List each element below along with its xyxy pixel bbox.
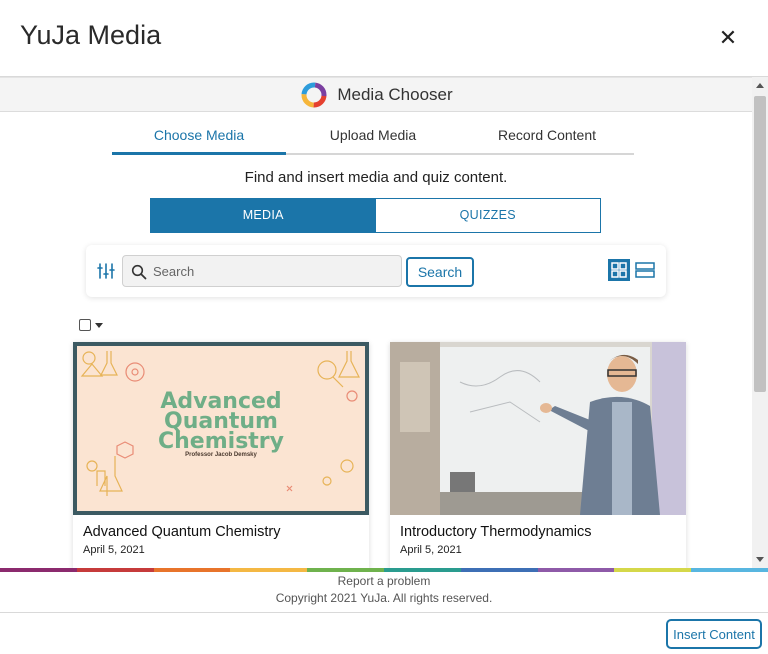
grid-view-icon[interactable] [608,259,630,281]
vertical-scrollbar[interactable] [752,77,768,570]
media-card[interactable]: Introductory Thermodynamics April 5, 202… [390,342,686,570]
media-thumbnail: Advanced Quantum Chemistry Professor Jac… [73,342,369,515]
search-button[interactable]: Search [406,257,474,287]
media-card[interactable]: Advanced Quantum Chemistry Professor Jac… [73,342,369,570]
list-view-icon[interactable] [634,259,656,281]
search-bar: Search [86,245,666,297]
media-date: April 5, 2021 [83,544,145,556]
chooser-header: Media Chooser [0,77,752,112]
tab-record-content[interactable]: Record Content [460,121,634,153]
tab-upload-media[interactable]: Upload Media [286,121,460,153]
thumbnail-title-line: Chemistry [158,429,284,454]
report-problem-link[interactable]: Report a problem [0,573,768,589]
chooser-tabs: Choose Media Upload Media Record Content [112,121,634,155]
media-title: Advanced Quantum Chemistry [83,524,281,540]
media-title: Introductory Thermodynamics [400,524,592,540]
media-chooser-content: Media Chooser Choose Media Upload Media … [0,77,752,570]
chevron-down-icon[interactable] [95,322,103,328]
content-type-toggle: MEDIA QUIZZES [150,198,601,233]
close-icon: ✕ [718,25,738,50]
insert-content-button[interactable]: Insert Content [666,619,762,649]
chooser-subtitle: Find and insert media and quiz content. [244,169,508,186]
scroll-up-arrow-icon[interactable] [756,83,764,88]
divider [0,612,768,613]
copyright-text: Copyright 2021 YuJa. All rights reserved… [275,591,493,605]
filter-sliders-icon[interactable] [96,261,116,281]
lecturer-photo-image [390,342,686,515]
thumbnail-subtitle: Professor Jacob Demsky [185,452,257,458]
dialog-title: YuJa Media [20,20,162,50]
search-input[interactable] [153,256,397,286]
select-all-checkbox[interactable] [79,319,91,331]
tab-choose-media[interactable]: Choose Media [112,121,286,155]
scroll-thumb[interactable] [754,96,766,392]
close-button[interactable]: ✕ [716,26,740,50]
yuja-logo-icon [301,82,327,107]
scroll-down-arrow-icon[interactable] [756,557,764,562]
media-thumbnail [390,342,686,515]
footer: Report a problem Copyright 2021 YuJa. Al… [0,572,768,612]
segment-media[interactable]: MEDIA [151,199,376,232]
segment-quizzes[interactable]: QUIZZES [375,199,600,232]
chooser-title: Media Chooser [337,84,453,104]
select-all-control [79,319,103,331]
media-date: April 5, 2021 [400,544,462,556]
media-chooser-frame: Media Chooser Choose Media Upload Media … [0,77,768,570]
search-icon [131,264,147,280]
search-field [122,255,402,287]
